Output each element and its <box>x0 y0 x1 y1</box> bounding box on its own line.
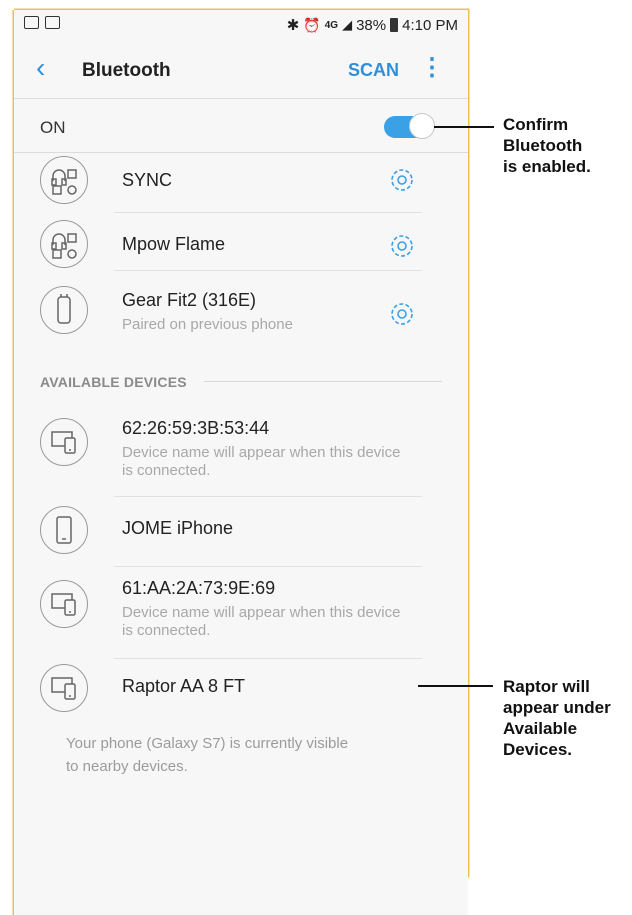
divider <box>14 98 468 99</box>
available-devices-header: AVAILABLE DEVICES <box>40 374 187 390</box>
settings-gear-icon[interactable] <box>388 300 416 328</box>
callout-confirm-bluetooth: Confirm Bluetooth is enabled. <box>503 114 591 177</box>
device-subtitle-line1: Device name will appear when this device <box>122 604 401 621</box>
battery-percent: 38% <box>356 16 387 34</box>
clock: 4:10 PM <box>402 16 458 34</box>
callout-line: appear under <box>503 698 611 717</box>
bluetooth-switch[interactable] <box>384 113 435 139</box>
device-name: Gear Fit2 (316E) <box>122 290 257 310</box>
available-device-row[interactable]: 61:AA:2A:73:9E:69 Device name will appea… <box>14 572 468 658</box>
divider <box>114 566 422 567</box>
settings-gear-icon[interactable] <box>388 166 416 194</box>
divider <box>114 212 422 213</box>
status-bar: ✱ ⏰ 4G ◢ 38% 4:10 PM <box>14 10 468 40</box>
scan-button[interactable]: SCAN <box>348 60 399 81</box>
divider <box>114 496 422 497</box>
devices-icon <box>40 418 88 466</box>
battery-icon <box>390 18 399 32</box>
callout-line: Devices. <box>503 740 572 759</box>
headphones-icon <box>40 156 88 204</box>
footer-line-2: to nearby devices. <box>66 758 188 775</box>
message-notification-icon <box>45 16 60 29</box>
callout-line: Confirm <box>503 115 569 134</box>
divider <box>114 270 422 271</box>
divider <box>14 152 468 153</box>
back-arrow-icon[interactable]: ‹ <box>36 54 45 82</box>
callout-raptor-available: Raptor will appear under Available Devic… <box>503 676 611 760</box>
available-device-row[interactable]: JOME iPhone <box>14 502 468 564</box>
devices-icon <box>40 580 88 628</box>
paired-device-mpow-flame[interactable]: Mpow Flame <box>14 216 468 286</box>
available-device-raptor[interactable]: Raptor AA 8 FT <box>14 664 468 724</box>
callout-line: Available <box>503 719 578 738</box>
device-name: 62:26:59:3B:53:44 <box>122 418 270 438</box>
toggle-label: ON <box>40 118 66 137</box>
alarm-icon: ⏰ <box>303 16 321 33</box>
available-device-row[interactable]: 62:26:59:3B:53:44 Device name will appea… <box>14 410 468 500</box>
callout-line: is enabled. <box>503 157 591 176</box>
watch-icon <box>40 286 88 334</box>
visibility-footer-text: Your phone (Galaxy S7) is currently visi… <box>66 732 406 778</box>
device-name: 61:AA:2A:73:9E:69 <box>122 578 276 598</box>
phone-icon <box>40 506 88 554</box>
bluetooth-toggle-row[interactable]: ON <box>14 102 468 150</box>
phone-screen: ✱ ⏰ 4G ◢ 38% 4:10 PM ‹ Bluetooth SCAN ⋮ … <box>14 10 468 915</box>
paired-device-sync[interactable]: SYNC <box>14 156 468 216</box>
callout-line: Raptor will <box>503 677 590 696</box>
settings-gear-icon[interactable] <box>388 232 416 260</box>
page-title: Bluetooth <box>82 60 171 81</box>
device-subtitle-line2: is connected. <box>122 622 211 639</box>
headphones-icon <box>40 220 88 268</box>
network-type: 4G <box>324 19 339 31</box>
device-name: Raptor AA 8 FT <box>122 676 246 696</box>
bluetooth-status-icon: ✱ <box>286 17 300 34</box>
device-name: SYNC <box>122 170 173 190</box>
device-name: JOME iPhone <box>122 518 234 538</box>
callout-leader-bottom <box>418 685 493 687</box>
paired-device-gear-fit2[interactable]: Gear Fit2 (316E) Paired on previous phon… <box>14 282 468 352</box>
gallery-notification-icon <box>24 16 39 29</box>
more-options-icon[interactable]: ⋮ <box>420 56 444 80</box>
app-bar: ‹ Bluetooth SCAN ⋮ <box>14 46 468 94</box>
signal-icon: ◢ <box>342 17 353 32</box>
divider <box>114 658 422 659</box>
footer-line-1: Your phone (Galaxy S7) is currently visi… <box>66 735 349 752</box>
devices-icon <box>40 664 88 712</box>
device-subtitle-line1: Device name will appear when this device <box>122 444 401 461</box>
switch-knob <box>409 113 435 139</box>
device-subtitle-line2: is connected. <box>122 462 211 479</box>
section-divider <box>204 381 442 382</box>
device-name: Mpow Flame <box>122 234 226 254</box>
callout-leader-top <box>434 126 494 128</box>
callout-line: Bluetooth <box>503 136 583 155</box>
